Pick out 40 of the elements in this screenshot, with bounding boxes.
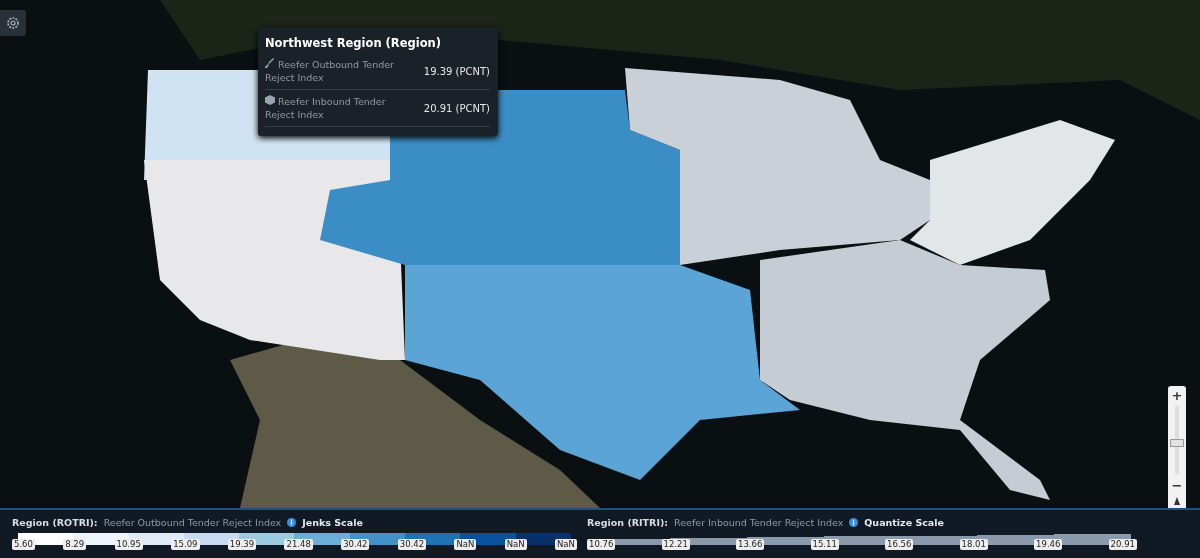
legend-tick-label: 30.42 [341, 539, 370, 550]
legend-tick-label: 8.29 [63, 539, 87, 550]
legend-tick-label: 20.91 [1108, 539, 1137, 550]
legend-metric-label: Reefer Outbound Tender Reject Index [103, 516, 282, 528]
compass-icon[interactable] [1172, 496, 1182, 506]
legend-tick-label: 13.66 [736, 539, 765, 550]
legend-tick-label: 19.46 [1034, 539, 1063, 550]
legend-tick-label: 19.39 [227, 539, 257, 550]
legend-metric-label: Reefer Inbound Tender Reject Index [674, 516, 844, 528]
legend-tick-label: 12.21 [661, 539, 690, 550]
legend-tick-label: 18.01 [959, 539, 988, 550]
legend-tick-label: 30.42 [397, 539, 427, 550]
legend-tick-label: 15.11 [810, 539, 839, 550]
box-icon [265, 95, 275, 105]
info-icon[interactable] [849, 517, 859, 527]
tooltip-title: Northwest Region (Region) [265, 36, 442, 50]
zoom-slider-thumb[interactable] [1170, 439, 1184, 447]
legend-tick-label: 5.60 [12, 539, 35, 550]
info-icon[interactable] [287, 517, 297, 527]
legend-tick-label: 15.09 [171, 539, 200, 550]
legend-tick-label: NaN [504, 539, 527, 550]
legend-layer-label: Region (RITRI): [587, 516, 669, 528]
legend-tick-label: 10.95 [114, 539, 143, 550]
metric-label: Reefer Outbound Tender Reject Index [265, 58, 395, 84]
legend-tick-label: NaN [454, 539, 477, 550]
legend-tick-label: 21.48 [284, 539, 313, 550]
zoom-out-button[interactable]: − [1168, 476, 1186, 494]
legend-scale-label: Quantize Scale [864, 516, 944, 528]
legend-tick-label: 16.56 [885, 539, 914, 550]
legend-tick-label: 10.76 [587, 539, 616, 550]
zoom-in-button[interactable]: + [1168, 386, 1186, 404]
metric-label: Reefer Inbound Tender Reject Index [265, 95, 387, 121]
brush-icon [265, 58, 275, 68]
metric-value: 20.91 (PCNT) [423, 102, 490, 114]
settings-icon [6, 16, 20, 30]
metric-value: 19.39 (PCNT) [423, 65, 490, 77]
legend-scale-label: Jenks Scale [302, 516, 363, 528]
settings-button[interactable] [0, 10, 26, 36]
legend-tick-label: NaN [554, 539, 577, 550]
legend-layer-label: Region (ROTRI): [12, 516, 98, 528]
